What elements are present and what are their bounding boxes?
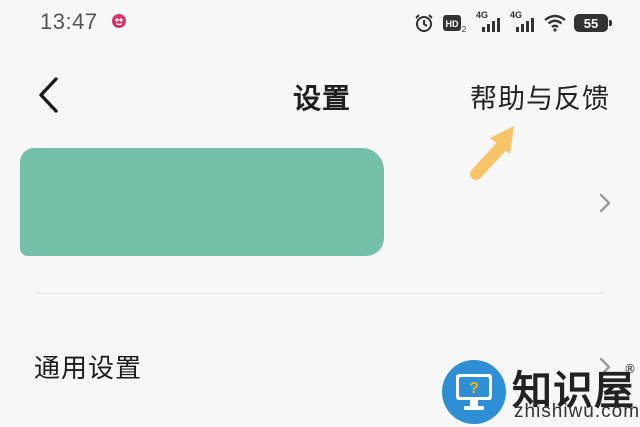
chevron-right-icon [599, 193, 611, 213]
alarm-icon [415, 14, 433, 32]
battery-icon: 55 [574, 14, 612, 32]
divider [36, 293, 604, 294]
status-time: 13:47 [40, 9, 98, 34]
watermark-logo: ? [442, 360, 506, 424]
svg-text:2: 2 [462, 25, 467, 33]
account-info-redacted [20, 148, 384, 256]
hd-icon: HD 2 [443, 15, 467, 33]
battery-level: 55 [583, 15, 599, 31]
svg-text:HD: HD [446, 19, 459, 29]
account-card[interactable] [0, 140, 640, 264]
status-icons: HD 2 4G 4G 55 [414, 10, 612, 34]
nav-bar: 设置 帮助与反馈 [0, 60, 640, 130]
signal-2: 4G [510, 10, 536, 33]
svg-text:?: ? [469, 380, 479, 397]
watermark: ? 知识屋 ® zhishiwu.com [438, 358, 640, 427]
help-feedback-link[interactable]: 帮助与反馈 [470, 77, 610, 116]
status-bar: 13:47 HD 2 4G 4G 55 [0, 0, 640, 46]
signal-icon [482, 18, 500, 32]
monitor-question-icon: ? [456, 374, 492, 410]
signal-icon [516, 18, 534, 32]
notification-app-icon [112, 14, 126, 28]
settings-row-label: 通用设置 [34, 354, 143, 384]
signal-1: 4G [476, 10, 502, 33]
wifi-icon [544, 14, 566, 32]
watermark-url: zhishiwu.com [514, 401, 640, 422]
watermark-registered-mark: ® [624, 362, 636, 376]
